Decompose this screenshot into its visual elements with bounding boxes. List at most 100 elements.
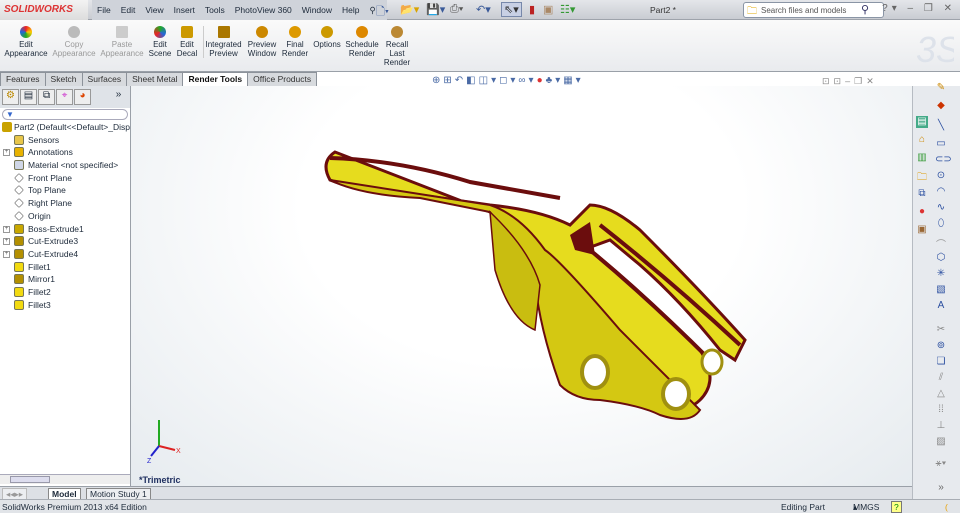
rebuild-icon[interactable]: ▮: [529, 3, 535, 16]
more-chevron-icon[interactable]: »: [935, 482, 947, 494]
units-selector[interactable]: MMGS ▴: [853, 502, 879, 513]
horizontal-scrollbar[interactable]: [0, 474, 130, 484]
move-icon[interactable]: △: [935, 388, 947, 400]
spline-icon[interactable]: ∿: [935, 202, 947, 214]
tab-render-tools[interactable]: Render Tools: [182, 72, 249, 86]
tree-item-origin[interactable]: Origin: [0, 210, 130, 223]
select-icon[interactable]: ⇖▾: [501, 2, 522, 17]
restore-viewport-icon[interactable]: ❐: [854, 76, 866, 86]
paste-appearance-button[interactable]: Paste Appearance: [100, 26, 144, 58]
tree-item-cut-extrude3[interactable]: + Cut-Extrude3: [0, 235, 130, 248]
help-icon[interactable]: ?▾: [882, 3, 901, 14]
mirror-entities-icon[interactable]: ⫽: [935, 372, 947, 384]
configuration-tab-icon[interactable]: ⧉: [38, 89, 56, 105]
appearances-icon[interactable]: ⧉: [916, 188, 928, 200]
polygon-icon[interactable]: ⬡: [935, 252, 947, 264]
tree-item-mirror1[interactable]: Mirror1: [0, 273, 130, 286]
expand-icon[interactable]: +: [3, 149, 10, 157]
menu-photoview[interactable]: PhotoView 360: [230, 0, 297, 20]
edit-scene-button[interactable]: Edit Scene: [148, 26, 172, 58]
zoom-to-fit-icon[interactable]: ⊕: [432, 75, 443, 86]
text-icon[interactable]: A: [935, 300, 947, 312]
minimize-viewport-icon[interactable]: –: [845, 76, 854, 86]
resources-icon[interactable]: ▤: [916, 116, 928, 128]
edit-decal-button[interactable]: Edit Decal: [175, 26, 199, 58]
recall-last-render-button[interactable]: Recall Last Render: [383, 26, 411, 67]
view-palette-icon[interactable]: 🗀: [916, 170, 928, 183]
edit-appearance-icon[interactable]: ●: [537, 75, 546, 86]
zoom-area-icon[interactable]: ⊞: [443, 75, 454, 86]
save-icon[interactable]: 💾▾: [426, 3, 445, 16]
menu-tools[interactable]: Tools: [200, 0, 230, 20]
sketch-icon[interactable]: ✎: [935, 82, 947, 94]
tab-sheet-metal[interactable]: Sheet Metal: [126, 72, 184, 86]
line-icon[interactable]: ╲: [935, 120, 947, 132]
options-button[interactable]: Options: [312, 26, 342, 49]
rectangle-icon[interactable]: ▭: [935, 138, 947, 150]
tree-item-boss-extrude1[interactable]: + Boss-Extrude1: [0, 223, 130, 236]
options-icon[interactable]: ☷▾: [560, 3, 575, 16]
minimize-icon[interactable]: –: [908, 3, 918, 14]
tree-item-cut-extrude4[interactable]: + Cut-Extrude4: [0, 248, 130, 261]
print-icon[interactable]: ⎙▾: [450, 3, 463, 16]
display-style-icon[interactable]: ◻▾: [499, 75, 518, 86]
expand-icon[interactable]: +: [3, 250, 10, 258]
feature-tree-tab-icon[interactable]: ⚙: [2, 89, 20, 105]
edit-appearance-button[interactable]: Edit Appearance: [4, 26, 48, 58]
help-status-icon[interactable]: ?: [891, 501, 902, 513]
copy-appearance-button[interactable]: Copy Appearance: [52, 26, 96, 58]
split-icon[interactable]: ⊡: [822, 76, 834, 86]
trim-icon[interactable]: ✂: [935, 324, 947, 336]
tab-surfaces[interactable]: Surfaces: [81, 72, 128, 86]
tree-root[interactable]: Part2 (Default<<Default>_Disp: [0, 121, 130, 134]
ellipse-icon[interactable]: ⬯: [935, 218, 947, 230]
arc-icon[interactable]: ◠: [935, 186, 947, 198]
menu-insert[interactable]: Insert: [169, 0, 200, 20]
tab-office-products[interactable]: Office Products: [247, 72, 318, 86]
notification-icon[interactable]: (: [945, 502, 948, 512]
menu-file[interactable]: File: [92, 0, 116, 20]
schedule-render-button[interactable]: Schedule Render: [345, 26, 379, 58]
scroll-thumb[interactable]: [10, 476, 50, 483]
property-manager-tab-icon[interactable]: ▤: [20, 89, 38, 105]
tree-item-material-not-specified[interactable]: Material <not specified>: [0, 159, 130, 172]
hide-show-icon[interactable]: ∞▾: [518, 75, 536, 86]
apply-scene-icon[interactable]: ♣▾: [546, 75, 564, 86]
offset-icon[interactable]: ❏: [935, 356, 947, 368]
tree-item-top-plane[interactable]: Top Plane: [0, 184, 130, 197]
scenes-icon[interactable]: ●: [916, 206, 928, 218]
custom-properties-icon[interactable]: ▣: [916, 224, 928, 236]
expand-icon[interactable]: +: [3, 238, 10, 246]
design-library-icon[interactable]: ⌂: [916, 134, 928, 146]
final-render-button[interactable]: Final Render: [281, 26, 309, 58]
tree-item-sensors[interactable]: Sensors: [0, 134, 130, 147]
integrated-preview-button[interactable]: Integrated Preview: [203, 26, 243, 58]
tree-item-fillet1[interactable]: Fillet1: [0, 261, 130, 274]
circle-icon[interactable]: ⊙: [935, 170, 947, 182]
menu-view[interactable]: View: [140, 0, 168, 20]
tree-item-front-plane[interactable]: Front Plane: [0, 172, 130, 185]
search-box[interactable]: 🗀 Search files and models ⚲: [743, 2, 884, 18]
view-orientation-icon[interactable]: ◫▾: [479, 75, 499, 86]
search-icon[interactable]: ⚲: [861, 3, 869, 16]
solidworks-logo[interactable]: SOLIDWORKS: [0, 0, 88, 20]
restore-icon[interactable]: ❐: [924, 3, 937, 14]
relations-icon[interactable]: ⊥: [935, 420, 947, 432]
section-view-icon[interactable]: ◧: [466, 75, 478, 86]
quick-snaps-icon[interactable]: ⚹▾: [935, 458, 947, 470]
point-icon[interactable]: ✳: [935, 268, 947, 280]
repair-icon[interactable]: ▨: [935, 436, 947, 448]
preview-window-button[interactable]: Preview Window: [245, 26, 279, 58]
tree-item-annotations[interactable]: + Annotations: [0, 146, 130, 159]
close-icon[interactable]: ✕: [944, 3, 956, 14]
dimxpert-tab-icon[interactable]: ⌖: [56, 89, 74, 105]
tree-item-right-plane[interactable]: Right Plane: [0, 197, 130, 210]
plane-sketch-icon[interactable]: ▧: [935, 284, 947, 296]
graphics-area[interactable]: X Z *Trimetric: [131, 86, 912, 486]
expand-chevron-icon[interactable]: »: [110, 89, 127, 105]
slot-icon[interactable]: ⊂⊃: [935, 154, 952, 166]
convert-icon[interactable]: ⊚: [935, 340, 947, 352]
menu-window[interactable]: Window: [297, 0, 337, 20]
menu-edit[interactable]: Edit: [116, 0, 141, 20]
view-settings-icon[interactable]: ▦▾: [563, 75, 583, 86]
